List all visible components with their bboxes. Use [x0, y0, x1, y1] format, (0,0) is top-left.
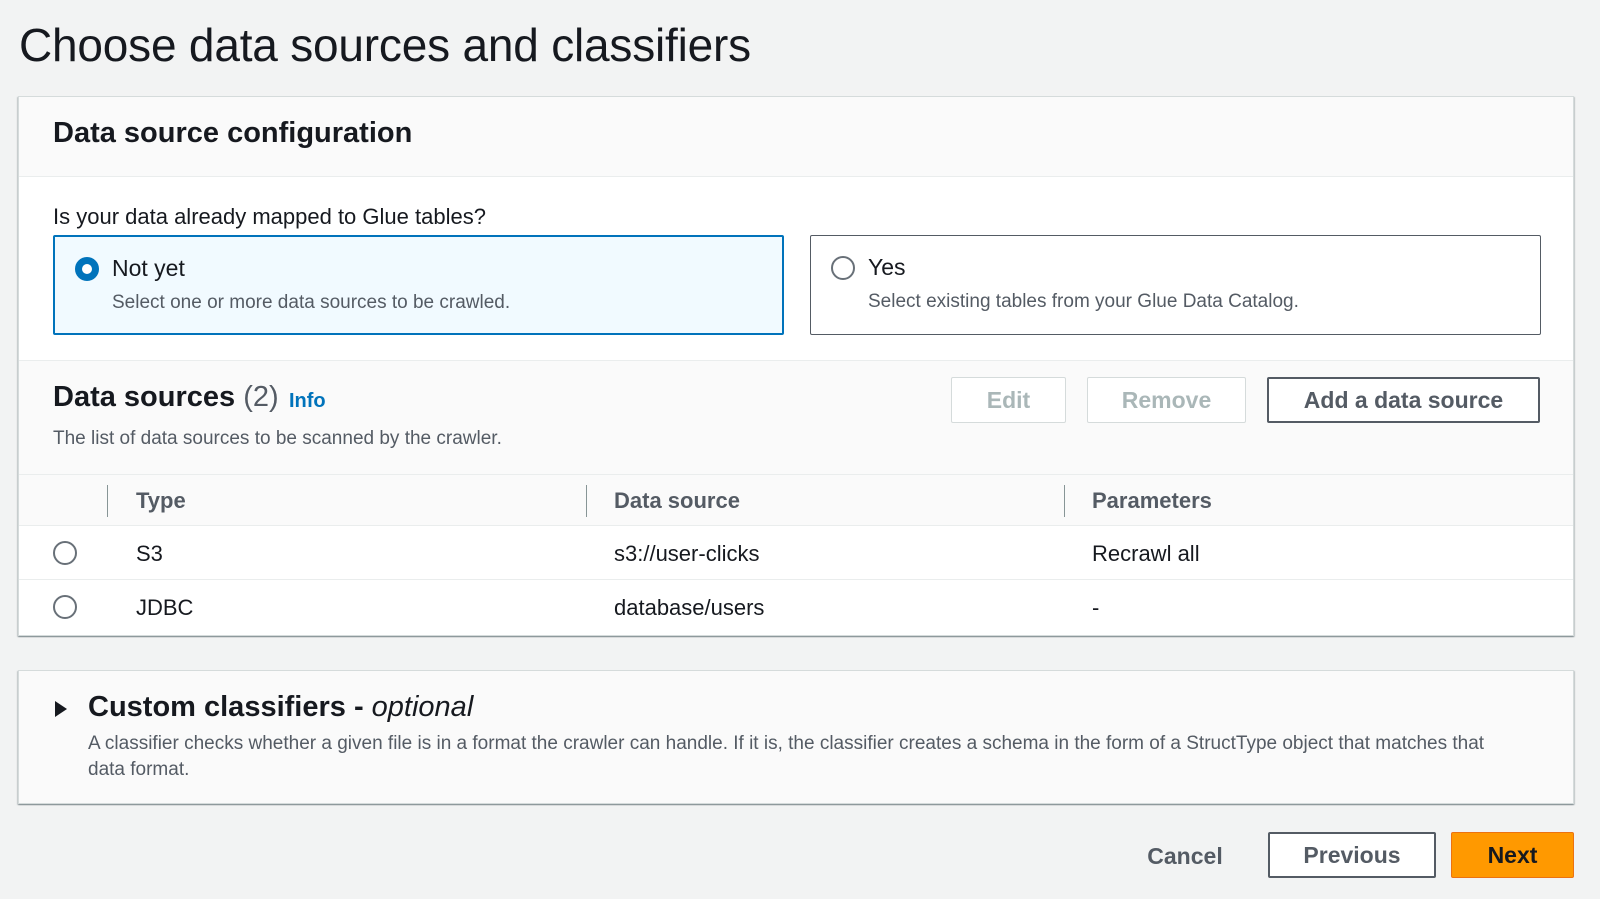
- data-sources-title-text: Data sources: [53, 381, 236, 413]
- data-sources-description: The list of data sources to be scanned b…: [53, 428, 502, 449]
- data-sources-count: (2): [243, 381, 279, 413]
- option-yes-description: Select existing tables from your Glue Da…: [868, 291, 1299, 312]
- radio-yes[interactable]: [831, 256, 855, 280]
- edit-button[interactable]: Edit: [951, 377, 1066, 423]
- mapping-question: Is your data already mapped to Glue tabl…: [53, 204, 486, 229]
- panel-heading: Data source configuration: [53, 117, 413, 149]
- data-sources-header: Data sources (2) Info The list of data s…: [19, 360, 1573, 474]
- previous-button[interactable]: Previous: [1268, 832, 1436, 878]
- cell-parameters: -: [1092, 595, 1100, 620]
- option-yes-label: Yes: [868, 254, 906, 280]
- table-header: Type Data source Parameters: [19, 474, 1573, 526]
- column-separator: [107, 485, 108, 517]
- add-data-source-button[interactable]: Add a data source: [1267, 377, 1540, 423]
- custom-classifiers-description: A classifier checks whether a given file…: [88, 733, 1485, 780]
- data-sources-title: Data sources (2): [53, 381, 279, 414]
- cancel-button[interactable]: Cancel: [1130, 833, 1240, 879]
- data-source-configuration-panel: Data source configuration Is your data a…: [18, 96, 1574, 636]
- cell-parameters: Recrawl all: [1092, 541, 1200, 566]
- option-yes-tile[interactable]: Yes Select existing tables from your Glu…: [810, 235, 1541, 335]
- custom-classifiers-title[interactable]: Custom classifiers - optional: [88, 691, 473, 724]
- optional-label: optional: [371, 691, 474, 723]
- row-select-radio[interactable]: [53, 541, 77, 565]
- cell-data-source: s3://user-clicks: [614, 541, 760, 566]
- table-row[interactable]: S3 s3://user-clicks Recrawl all: [19, 526, 1573, 580]
- panel-header: Data source configuration: [19, 97, 1573, 177]
- next-button[interactable]: Next: [1451, 832, 1574, 878]
- custom-classifiers-title-text: Custom classifiers -: [88, 691, 364, 723]
- cell-type: S3: [136, 541, 163, 566]
- option-not-yet-tile[interactable]: Not yet Select one or more data sources …: [53, 235, 784, 335]
- row-select-radio[interactable]: [53, 595, 77, 619]
- column-header-type[interactable]: Type: [136, 488, 186, 514]
- radio-not-yet[interactable]: [75, 257, 99, 281]
- option-not-yet-description: Select one or more data sources to be cr…: [112, 292, 511, 313]
- column-separator[interactable]: [586, 485, 587, 517]
- cell-data-source: database/users: [614, 595, 765, 620]
- column-separator[interactable]: [1064, 485, 1065, 517]
- table-row[interactable]: JDBC database/users -: [19, 580, 1573, 634]
- cell-type: JDBC: [136, 595, 194, 620]
- page-title: Choose data sources and classifiers: [19, 19, 751, 71]
- info-link[interactable]: Info: [289, 390, 326, 413]
- caret-right-icon[interactable]: [55, 701, 67, 717]
- custom-classifiers-panel[interactable]: Custom classifiers - optional A classifi…: [18, 670, 1574, 804]
- data-sources-table: Type Data source Parameters S3 s3://user…: [19, 474, 1573, 634]
- column-header-data-source[interactable]: Data source: [614, 488, 740, 514]
- option-not-yet-label: Not yet: [112, 255, 185, 281]
- remove-button[interactable]: Remove: [1087, 377, 1246, 423]
- column-header-parameters[interactable]: Parameters: [1092, 488, 1212, 514]
